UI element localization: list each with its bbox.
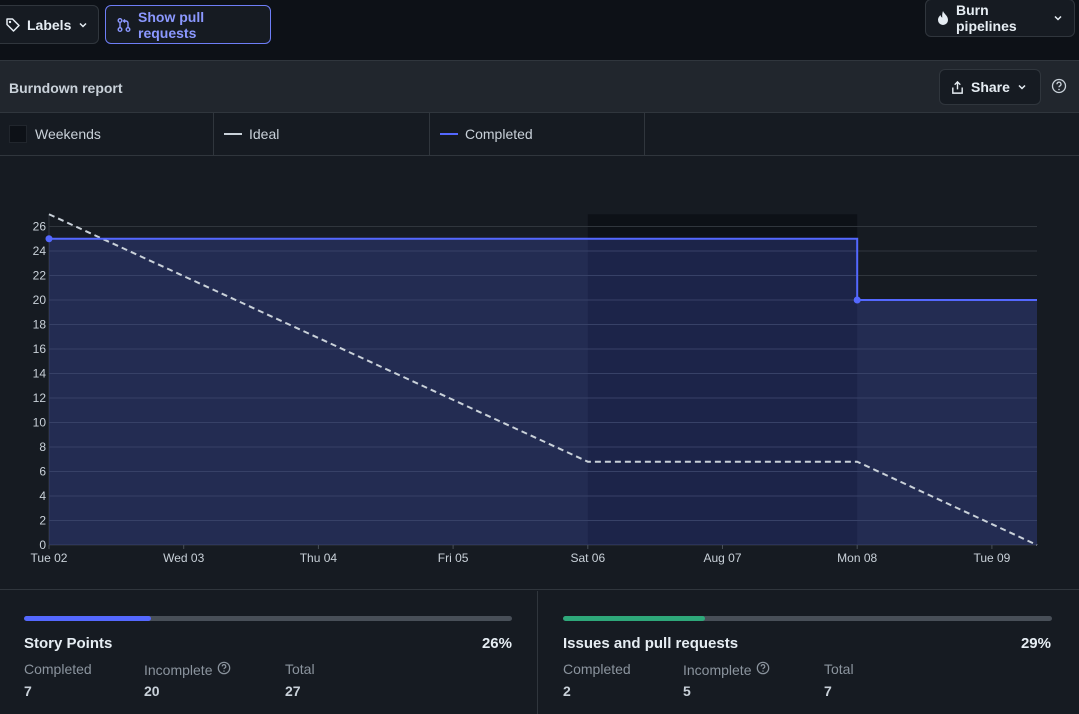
- story-points-completed-label: Completed: [24, 661, 92, 677]
- share-button[interactable]: Share: [939, 69, 1041, 105]
- chevron-down-icon: [1052, 12, 1064, 24]
- share-icon: [950, 80, 965, 95]
- tag-icon: [5, 17, 21, 33]
- story-points-completed-value: 7: [24, 683, 32, 699]
- issues-percent: 29%: [1020, 635, 1051, 652]
- issues-completed-value: 2: [563, 683, 571, 699]
- story-points-title: Story Points: [24, 635, 113, 652]
- burndown-chart-area: 0 2 4 6 8 10 12 14 16 18 20 22 24 26 Tue 02 Wed 03 Thu 0…: [0, 156, 1079, 590]
- x-tick-label: Mon 08: [837, 551, 877, 565]
- y-tick-label: 4: [39, 489, 46, 503]
- y-tick-label: 22: [33, 269, 47, 283]
- x-tick-label: Sat 06: [570, 551, 605, 565]
- labels-button-label: Labels: [27, 16, 72, 33]
- legend-completed[interactable]: Completed: [430, 113, 645, 155]
- y-tick-label: 0: [39, 538, 46, 552]
- help-icon[interactable]: [1051, 78, 1067, 99]
- y-tick-label: 10: [33, 416, 47, 430]
- x-tick-label: Tue 09: [973, 551, 1010, 565]
- issues-progress-fill: [563, 616, 705, 621]
- y-tick-label: 20: [33, 293, 47, 307]
- issues-progress-bar: [563, 616, 1052, 621]
- show-pull-requests-button[interactable]: Show pull requests: [105, 5, 271, 44]
- burn-pipelines-button[interactable]: Burn pipelines: [925, 0, 1075, 37]
- legend-weekends[interactable]: Weekends: [0, 113, 214, 155]
- y-tick-label: 18: [33, 318, 47, 332]
- chart-legend: Weekends Ideal Completed: [0, 113, 1079, 156]
- x-tick-label: Thu 04: [300, 551, 338, 565]
- pull-request-icon: [116, 17, 132, 33]
- ideal-swatch: [224, 133, 242, 135]
- y-tick-label: 24: [33, 244, 47, 258]
- completed-point: [853, 296, 861, 304]
- completed-swatch: [440, 133, 458, 135]
- issues-incomplete-label: Incomplete: [683, 661, 752, 678]
- legend-weekends-label: Weekends: [35, 126, 101, 142]
- report-header: Burndown report Share: [0, 60, 1079, 113]
- x-tick-label: Aug 07: [703, 551, 741, 565]
- story-points-total-label: Total: [285, 661, 315, 677]
- legend-ideal[interactable]: Ideal: [214, 113, 430, 155]
- issues-completed-label: Completed: [563, 661, 631, 677]
- story-points-summary: Story Points 26% Completed Incomplete To…: [0, 591, 538, 714]
- y-tick-label: 16: [33, 342, 47, 356]
- issues-total-label: Total: [824, 661, 854, 677]
- y-tick-label: 14: [33, 367, 47, 381]
- help-icon[interactable]: [217, 661, 231, 678]
- chevron-down-icon: [1016, 81, 1028, 93]
- issues-incomplete-label-group: Incomplete: [683, 661, 770, 678]
- story-points-percent: 26%: [481, 635, 512, 652]
- issues-total-value: 7: [824, 683, 832, 699]
- x-tick-label: Wed 03: [163, 551, 204, 565]
- top-toolbar: Labels Show pull requests Burn pipelines: [0, 0, 1079, 60]
- y-tick-label: 6: [39, 465, 46, 479]
- burndown-chart: 02468101214161820222426Tue 02 Wed 03 Thu 0…: [31, 213, 1038, 565]
- flame-icon: [936, 10, 950, 26]
- x-tick-label: Fri 05: [438, 551, 469, 565]
- story-points-incomplete-label-group: Incomplete: [144, 661, 231, 678]
- legend-completed-label: Completed: [465, 126, 533, 142]
- labels-button[interactable]: Labels: [0, 5, 99, 44]
- chevron-down-icon: [77, 19, 89, 31]
- legend-ideal-label: Ideal: [249, 126, 280, 142]
- report-title: Burndown report: [9, 80, 123, 96]
- completed-area: [49, 238, 1037, 545]
- issues-summary: Issues and pull requests 29% Completed I…: [538, 591, 1079, 714]
- help-icon[interactable]: [756, 661, 770, 678]
- y-tick-label: 26: [33, 220, 47, 234]
- issues-title: Issues and pull requests: [563, 635, 739, 652]
- story-points-incomplete-value: 20: [144, 683, 160, 699]
- story-points-total-value: 27: [285, 683, 301, 699]
- y-tick-label: 12: [33, 391, 47, 405]
- story-points-progress-fill: [24, 616, 151, 621]
- story-points-incomplete-label: Incomplete: [144, 661, 213, 678]
- y-tick-label: 2: [39, 514, 46, 528]
- issues-incomplete-value: 5: [683, 683, 691, 699]
- weekends-swatch: [9, 125, 27, 143]
- y-tick-label: 8: [39, 440, 46, 454]
- x-tick-label: Tue 02: [31, 551, 68, 565]
- share-button-label: Share: [971, 79, 1010, 95]
- story-points-progress-bar: [24, 616, 512, 621]
- completed-point: [45, 235, 53, 243]
- burn-pipelines-label: Burn pipelines: [956, 2, 1017, 34]
- show-pull-requests-label: Show pull requests: [138, 8, 205, 41]
